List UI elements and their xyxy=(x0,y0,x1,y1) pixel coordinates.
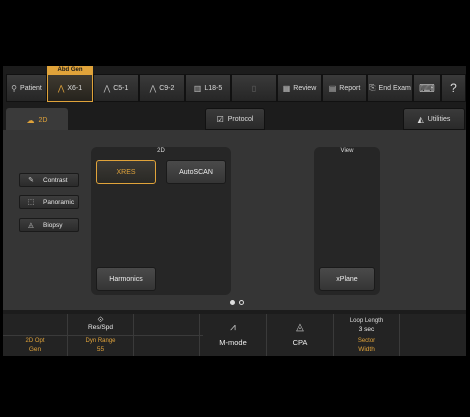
page-dot[interactable] xyxy=(239,300,244,305)
report-button[interactable]: ▤ Report xyxy=(322,74,367,102)
empty-control[interactable] xyxy=(134,314,200,356)
keyboard-icon: ⌨ xyxy=(419,82,435,95)
grid-icon: ▦ xyxy=(282,83,291,93)
tab-utilities[interactable]: ◭ Utilities xyxy=(403,108,465,130)
transducer-l185-button[interactable]: ▥ L18-5 xyxy=(185,74,231,102)
autoscan-button[interactable]: AutoSCAN xyxy=(166,160,226,184)
syringe-icon: ✎ xyxy=(28,177,34,184)
cpa-icon: ◬ xyxy=(296,322,304,333)
empty-control-right[interactable] xyxy=(400,314,466,356)
cpa-button[interactable]: ◬ CPA xyxy=(267,314,334,356)
contrast-button[interactable]: ✎ Contrast xyxy=(19,173,79,187)
xres-button[interactable]: XRES xyxy=(96,160,156,184)
keyboard-button[interactable]: ⌨ xyxy=(413,74,441,102)
panoramic-button[interactable]: ⬚ Panoramic xyxy=(19,195,79,209)
transducer-icon: ⋀ xyxy=(103,83,111,93)
biopsy-icon: ◬ xyxy=(28,222,34,229)
preset-label: Abd Gen xyxy=(47,66,93,74)
transducer-c92-button[interactable]: ⋀ C9-2 xyxy=(139,74,185,102)
tab-protocol[interactable]: ☑ Protocol xyxy=(205,108,265,130)
xplane-button[interactable]: xPlane xyxy=(319,267,375,291)
linear-transducer-icon: ▥ xyxy=(193,83,202,93)
end-exam-button[interactable]: ⎘ End Exam xyxy=(367,74,413,102)
mmode-button[interactable]: ⩘ M-mode xyxy=(200,314,267,356)
transducer-x61-button[interactable]: ⋀ X6-1 xyxy=(47,74,93,102)
transducer-icon: ⋀ xyxy=(149,83,157,93)
tab-2d[interactable]: ☁ 2D xyxy=(6,108,68,132)
cloud-2d-icon: ☁ xyxy=(26,115,35,125)
transducer-c51-button[interactable]: ⋀ C5-1 xyxy=(93,74,139,102)
harmonics-button[interactable]: Harmonics xyxy=(96,267,156,291)
review-button[interactable]: ▦ Review xyxy=(277,74,322,102)
page-indicator[interactable] xyxy=(230,300,244,305)
help-button[interactable]: ? xyxy=(441,74,466,102)
transducer-icon: ⋀ xyxy=(57,83,65,93)
utilities-icon: ◭ xyxy=(417,114,424,124)
checkbox-icon: ☑ xyxy=(216,114,224,124)
patient-button[interactable]: ⚲ Patient xyxy=(6,74,47,102)
empty-transducer-slot[interactable]: ▯ xyxy=(231,74,277,102)
2d-opt-control[interactable]: 2D Opt Gen xyxy=(3,314,68,356)
mmode-icon: ⩘ xyxy=(230,322,236,333)
person-icon: ⚲ xyxy=(11,83,18,93)
page-dot-active[interactable] xyxy=(230,300,235,305)
panoramic-icon: ⬚ xyxy=(27,199,35,206)
end-exam-icon: ⎘ xyxy=(369,83,376,92)
loop-sector-control[interactable]: Loop Length 3 sec Sector Width xyxy=(334,314,400,356)
res-dyn-control[interactable]: ⟐ Res/Spd Dyn Range 55 xyxy=(68,314,134,356)
biopsy-button[interactable]: ◬ Biopsy xyxy=(19,218,79,232)
slot-icon: ▯ xyxy=(251,83,257,93)
report-icon: ▤ xyxy=(328,83,337,93)
